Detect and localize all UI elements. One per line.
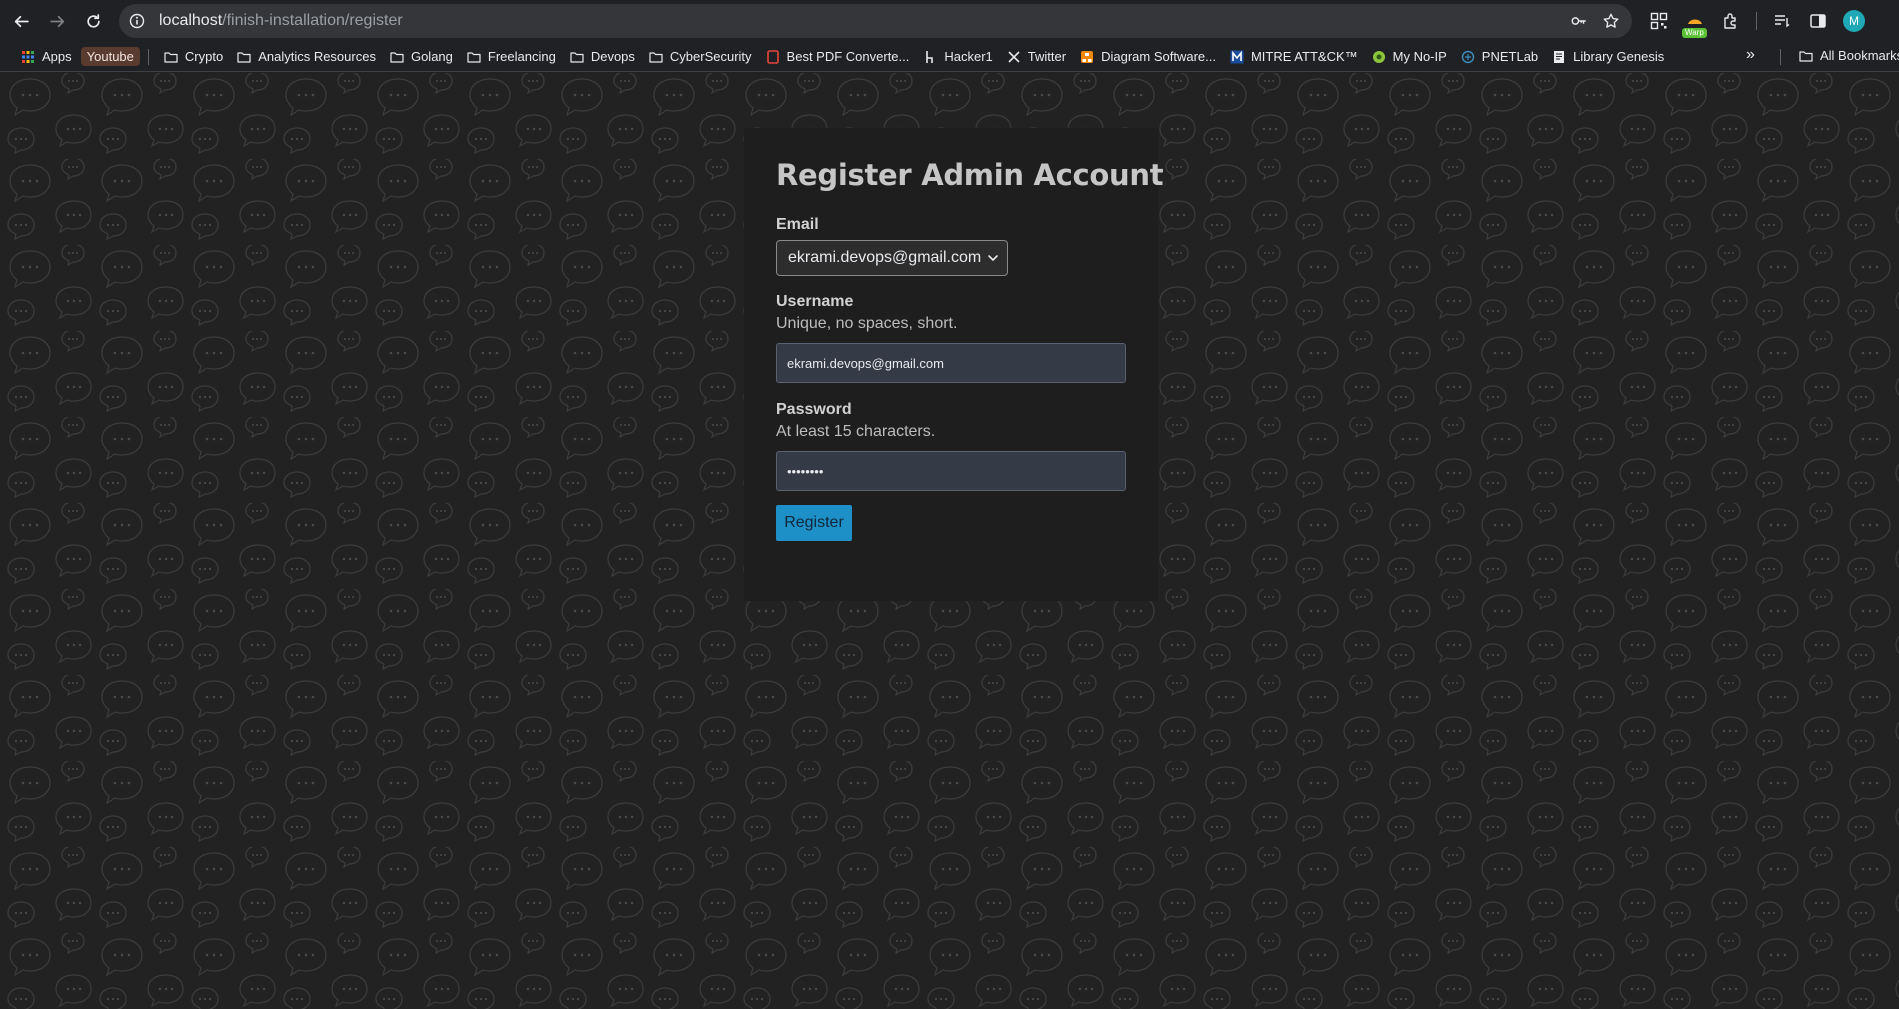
x-icon (1008, 50, 1020, 63)
side-panel-icon (1810, 14, 1826, 28)
side-panel-button[interactable] (1807, 10, 1829, 32)
folder-icon (237, 51, 251, 63)
folder-icon (649, 51, 663, 63)
bookmark-label: Devops (590, 49, 635, 64)
username-input[interactable]: ekrami.devops@gmail.com (776, 343, 1126, 383)
bookmark-folder-analytics[interactable]: Analytics Resources (230, 46, 383, 67)
noip-icon (1372, 50, 1385, 63)
bookmark-twitter[interactable]: Twitter (1000, 46, 1073, 67)
email-selected-value: ekrami.devops@gmail.com (788, 249, 982, 266)
email-label: Email (776, 216, 819, 233)
username-hint: Unique, no spaces, short. (776, 315, 958, 332)
username-value: ekrami.devops@gmail.com (787, 355, 944, 371)
back-icon (14, 15, 29, 27)
reading-list-icon (1775, 15, 1790, 28)
warp-extension[interactable]: Warp (1682, 10, 1707, 38)
bookmark-label: Analytics Resources (258, 49, 376, 64)
bookmark-apps[interactable]: Apps (14, 46, 79, 67)
bookmark-label: Apps (42, 49, 72, 64)
extensions-area: Warp M (1648, 4, 1865, 38)
h1-icon (926, 50, 934, 63)
bookmark-label: Hacker1 (944, 49, 993, 64)
forward-button[interactable] (40, 4, 74, 38)
forward-icon (49, 15, 64, 27)
bookmark-hacker1[interactable]: Hacker1 (916, 46, 999, 67)
bookmark-label: CyberSecurity (669, 49, 752, 64)
bookmark-folder-cybersecurity[interactable]: CyberSecurity (642, 46, 759, 67)
extensions-icon (1724, 13, 1736, 29)
profile-avatar[interactable]: M (1843, 10, 1865, 32)
pnetlab-icon (1461, 50, 1474, 63)
url-host: localhost (159, 12, 223, 29)
email-select[interactable]: ekrami.devops@gmail.com (776, 240, 1008, 276)
toolbar-divider (1756, 12, 1757, 30)
bookmark-pdf-converter[interactable]: Best PDF Converte... (759, 46, 917, 67)
bookmarks-overflow-button[interactable]: » (1746, 46, 1755, 64)
bookmark-no-ip[interactable]: My No-IP (1365, 46, 1454, 67)
bookmark-folder-devops[interactable]: Devops (563, 46, 642, 67)
mitre-icon (1230, 50, 1244, 63)
register-button[interactable]: Register (776, 505, 852, 541)
folder-icon (570, 51, 584, 63)
reload-button[interactable] (76, 4, 110, 38)
reading-list-button[interactable] (1771, 10, 1793, 32)
browser-toolbar: localhost/finish-installation/register W… (0, 0, 1899, 42)
bookmark-label: Freelancing (487, 49, 556, 64)
bookmark-library-genesis[interactable]: Library Genesis (1545, 46, 1671, 67)
bookmark-label: PNETLab (1481, 49, 1539, 64)
bookmarks-bar: Apps Youtube Crypto Analytics Resources … (0, 42, 1899, 72)
star-icon[interactable] (1602, 12, 1620, 30)
apps-grid-icon (21, 50, 35, 64)
bookmark-diagram-software[interactable]: Diagram Software... (1073, 46, 1223, 67)
password-input[interactable]: •••••••• (776, 451, 1126, 491)
bookmark-folder-freelancing[interactable]: Freelancing (460, 46, 563, 67)
username-label: Username (776, 293, 854, 310)
bookmark-label: Library Genesis (1573, 49, 1665, 64)
bookmark-pnetlab[interactable]: PNETLab (1454, 46, 1545, 67)
page-title: Register Admin Account (776, 158, 1164, 192)
pdf-icon (766, 49, 779, 64)
diagram-icon (1081, 50, 1094, 63)
bookmark-label: Golang (410, 49, 453, 64)
bookmarks-separator (147, 48, 149, 65)
warp-badge: Warp (1682, 28, 1707, 38)
address-bar[interactable]: localhost/finish-installation/register (119, 4, 1632, 38)
folder-icon (164, 51, 178, 63)
bookmark-label: My No-IP (1392, 49, 1447, 64)
bookmark-youtube[interactable]: Youtube (80, 47, 140, 66)
key-icon[interactable] (1570, 12, 1588, 30)
folder-icon (390, 51, 404, 63)
all-bookmarks-button[interactable]: All Bookmarks (1792, 45, 1899, 66)
bookmark-label: MITRE ATT&CK™ (1250, 49, 1358, 64)
password-label: Password (776, 401, 852, 418)
bookmark-label: Best PDF Converte... (786, 49, 910, 64)
site-info-icon[interactable] (129, 13, 145, 29)
chevron-down-icon (988, 255, 998, 262)
bookmark-label: Diagram Software... (1101, 49, 1216, 64)
qr-button[interactable] (1648, 10, 1670, 32)
nav-buttons (4, 4, 110, 38)
url-text[interactable]: localhost/finish-installation/register (159, 12, 403, 30)
bookmark-label: Crypto (184, 49, 224, 64)
bookmark-mitre[interactable]: MITRE ATT&CK™ (1223, 46, 1365, 67)
qr-icon (1650, 12, 1668, 30)
bookmarks-separator (1780, 49, 1781, 65)
folder-icon (467, 51, 481, 63)
bookmark-label: Twitter (1027, 49, 1067, 64)
extensions-button[interactable] (1720, 10, 1742, 32)
bookmark-label: All Bookmarks (1820, 48, 1899, 63)
url-path: /finish-installation/register (222, 12, 403, 29)
book-icon (1554, 50, 1565, 63)
register-card: Register Admin Account Email ekrami.devo… (744, 128, 1164, 601)
reload-icon (86, 13, 100, 28)
password-masked-value: •••••••• (787, 463, 824, 479)
bookmark-folder-crypto[interactable]: Crypto (157, 46, 230, 67)
password-hint: At least 15 characters. (776, 423, 936, 440)
folder-icon (1799, 50, 1813, 62)
back-button[interactable] (4, 4, 38, 38)
bookmark-folder-golang[interactable]: Golang (383, 46, 460, 67)
page-viewport: Register Admin Account Email ekrami.devo… (0, 73, 1899, 1009)
